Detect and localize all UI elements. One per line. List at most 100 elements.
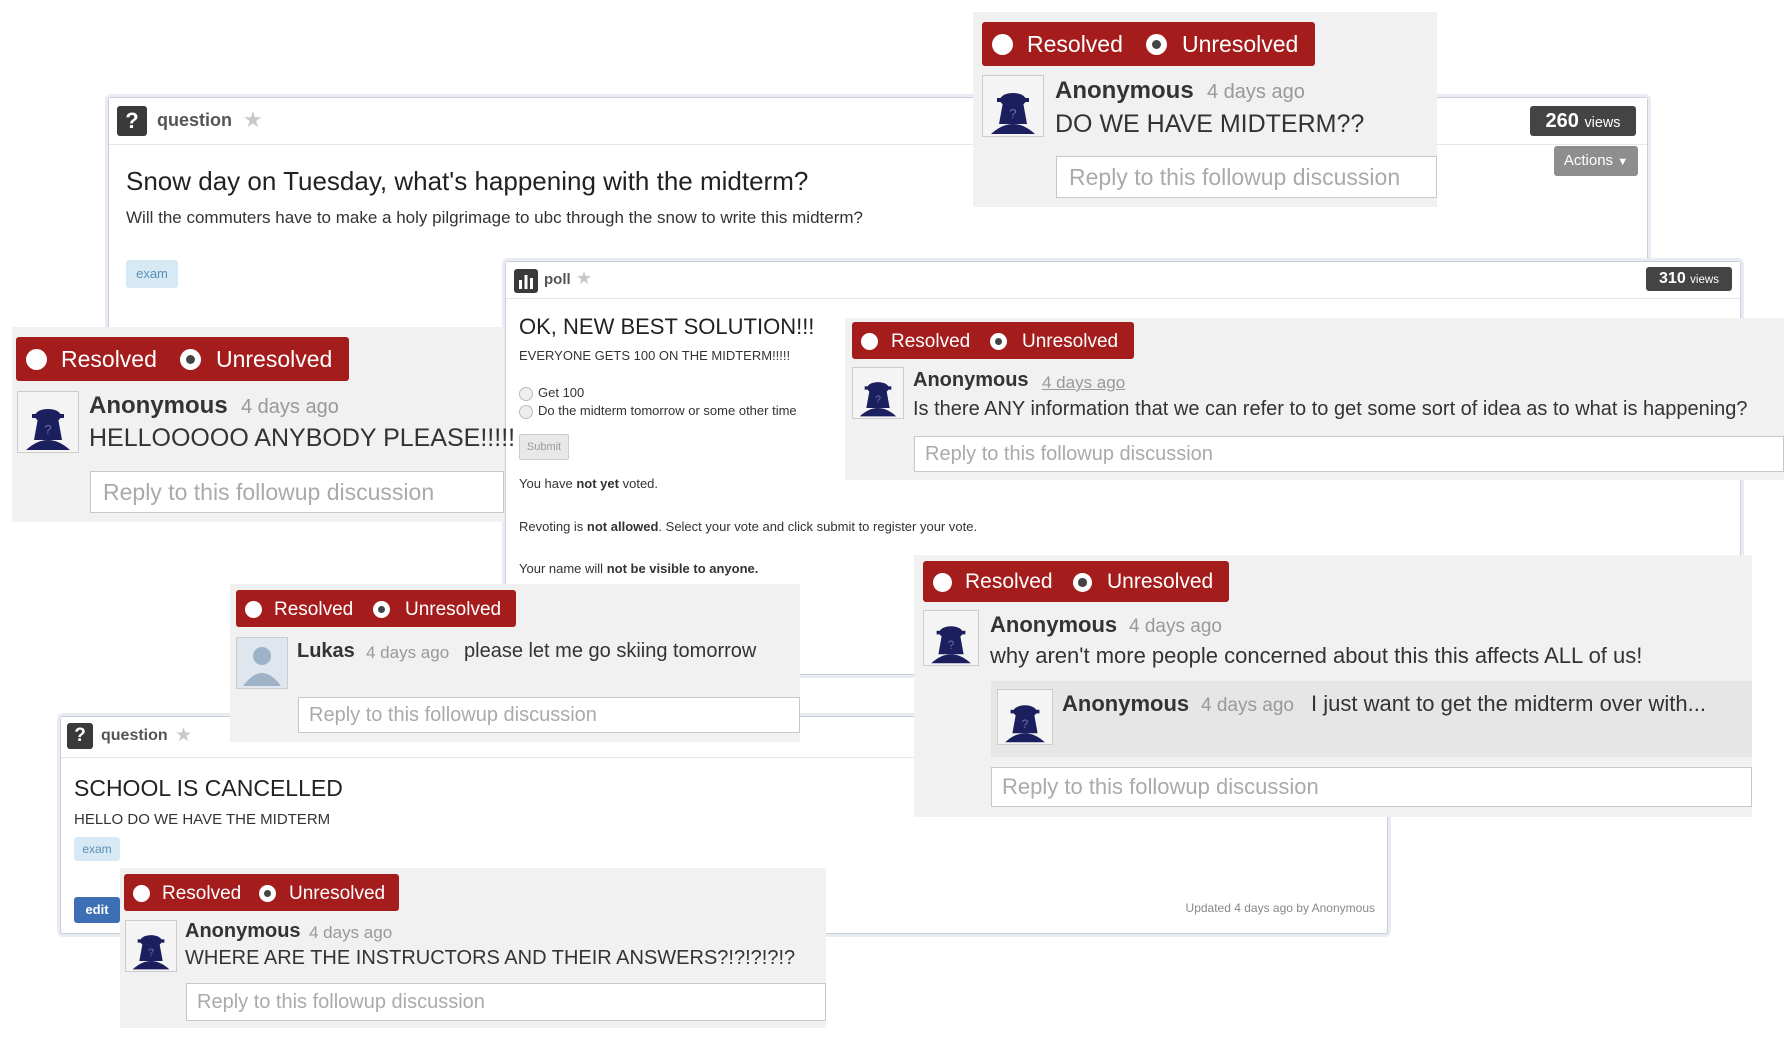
resolved-radio[interactable] bbox=[933, 573, 952, 592]
poll-option-label: Get 100 bbox=[538, 385, 585, 400]
user-avatar-icon bbox=[236, 637, 288, 689]
resolved-radio[interactable] bbox=[861, 333, 878, 350]
reply-input[interactable]: Reply to this followup discussion bbox=[90, 471, 504, 513]
star-icon[interactable]: ★ bbox=[175, 724, 192, 747]
resolve-toggle: Resolved Unresolved bbox=[923, 561, 1229, 602]
followup-message: HELLOOOOO ANYBODY PLEASE!!!!! bbox=[89, 424, 516, 452]
svg-text:?: ? bbox=[875, 394, 881, 406]
unresolved-label: Unresolved bbox=[1022, 331, 1119, 352]
svg-text:?: ? bbox=[148, 947, 154, 959]
poll-submit-button[interactable]: Submit bbox=[519, 434, 569, 460]
post-body: Will the commuters have to make a holy p… bbox=[126, 208, 863, 227]
followup-author: Anonymous bbox=[185, 920, 301, 942]
question-icon: ? bbox=[117, 106, 147, 136]
resolved-label: Resolved bbox=[274, 599, 354, 620]
reply-input[interactable]: Reply to this followup discussion bbox=[186, 983, 826, 1021]
followup-author: Anonymous bbox=[990, 612, 1118, 637]
unresolved-radio[interactable] bbox=[990, 333, 1007, 350]
unresolved-radio[interactable] bbox=[1073, 573, 1092, 592]
reply-input[interactable]: Reply to this followup discussion bbox=[298, 697, 800, 733]
reply-input[interactable]: Reply to this followup discussion bbox=[1056, 156, 1437, 198]
anonymous-avatar-icon: ? bbox=[982, 75, 1044, 137]
resolve-toggle: Resolved Unresolved bbox=[124, 874, 399, 911]
unresolved-radio[interactable] bbox=[373, 601, 390, 618]
resolved-radio[interactable] bbox=[992, 34, 1013, 55]
svg-text:?: ? bbox=[44, 422, 51, 437]
followup-message: Is there ANY information that we can ref… bbox=[913, 398, 1748, 420]
poll-card-header: poll ★ bbox=[506, 262, 1740, 299]
resolve-toggle: Resolved Unresolved bbox=[16, 337, 349, 381]
views-badge: 310 views bbox=[1646, 267, 1732, 291]
poll-option-radio[interactable] bbox=[519, 387, 533, 401]
followup-author: Anonymous bbox=[913, 369, 1029, 391]
tag-exam[interactable]: exam bbox=[74, 837, 120, 861]
unresolved-label: Unresolved bbox=[1107, 570, 1214, 593]
resolved-radio[interactable] bbox=[26, 349, 47, 370]
views-count: 310 bbox=[1659, 270, 1686, 287]
reply-time: 4 days ago bbox=[1201, 695, 1294, 716]
reply-message: I just want to get the midterm over with… bbox=[1311, 691, 1706, 716]
vote-status: You have not yet voted. bbox=[519, 476, 658, 491]
followup-author: Anonymous bbox=[1055, 77, 1194, 104]
caret-down-icon: ▼ bbox=[1617, 156, 1629, 168]
reply-input[interactable]: Reply to this followup discussion bbox=[991, 767, 1752, 807]
star-icon[interactable]: ★ bbox=[576, 268, 592, 289]
resolved-radio[interactable] bbox=[133, 885, 150, 902]
followup-left: Resolved Unresolved ? Anonymous 4 days a… bbox=[12, 327, 515, 522]
followup-lukas: Resolved Unresolved Lukas 4 days ago ple… bbox=[230, 584, 800, 742]
star-icon[interactable]: ★ bbox=[243, 107, 263, 133]
name-visibility: Your name will not be visible to anyone. bbox=[519, 561, 758, 576]
followup-time: 4 days ago bbox=[366, 643, 450, 662]
unresolved-label: Unresolved bbox=[289, 883, 386, 904]
revote-info: Revoting is not allowed. Select your vot… bbox=[519, 519, 977, 534]
views-label: views bbox=[1584, 115, 1621, 131]
anonymous-avatar-icon: ? bbox=[923, 610, 979, 666]
followup-top: Resolved Unresolved ? Anonymous 4 days a… bbox=[973, 12, 1437, 207]
post-title: Snow day on Tuesday, what's happening wi… bbox=[126, 166, 809, 196]
unresolved-label: Unresolved bbox=[1182, 31, 1299, 57]
resolved-radio[interactable] bbox=[245, 601, 262, 618]
actions-button[interactable]: Actions ▼ bbox=[1554, 146, 1638, 176]
resolve-toggle: Resolved Unresolved bbox=[852, 322, 1134, 359]
views-label: views bbox=[1690, 274, 1719, 286]
revote-bold: not allowed bbox=[586, 519, 659, 534]
unresolved-radio[interactable] bbox=[1146, 34, 1167, 55]
reply-author: Anonymous bbox=[1062, 691, 1190, 716]
poll-title: OK, NEW BEST SOLUTION!!! bbox=[519, 314, 815, 339]
reply-input[interactable]: Reply to this followup discussion bbox=[914, 436, 1784, 472]
svg-text:?: ? bbox=[1009, 106, 1016, 121]
revote-pre: Revoting is bbox=[519, 519, 587, 534]
poll-subtitle: EVERYONE GETS 100 ON THE MIDTERM!!!!! bbox=[519, 348, 791, 363]
followup-info: Resolved Unresolved ? Anonymous 4 days a… bbox=[845, 318, 1784, 480]
followup-message: DO WE HAVE MIDTERM?? bbox=[1055, 110, 1365, 138]
unresolved-radio[interactable] bbox=[259, 885, 276, 902]
nested-reply: ? Anonymous 4 days ago I just want to ge… bbox=[991, 681, 1752, 757]
vote-status-post: voted. bbox=[618, 476, 659, 491]
resolve-toggle: Resolved Unresolved bbox=[982, 22, 1315, 66]
followup-time: 4 days ago bbox=[241, 396, 339, 418]
vote-status-pre: You have bbox=[519, 476, 577, 491]
anonymous-avatar-icon: ? bbox=[17, 391, 79, 453]
views-count: 260 bbox=[1545, 110, 1579, 132]
revote-post: . Select your vote and click submit to r… bbox=[658, 519, 978, 534]
resolved-label: Resolved bbox=[891, 331, 971, 352]
post-type-label: poll bbox=[544, 271, 571, 288]
edit-button[interactable]: edit bbox=[74, 897, 120, 923]
actions-label: Actions bbox=[1563, 152, 1614, 169]
poll-option-radio[interactable] bbox=[519, 405, 533, 419]
followup-instructors: Resolved Unresolved ? Anonymous 4 days a… bbox=[120, 868, 826, 1028]
followup-concerned: Resolved Unresolved ? Anonymous 4 days a… bbox=[914, 555, 1752, 817]
resolved-label: Resolved bbox=[1027, 31, 1123, 57]
followup-time: 4 days ago bbox=[1129, 616, 1222, 637]
resolve-toggle: Resolved Unresolved bbox=[236, 590, 516, 627]
post-type-label: question bbox=[101, 727, 168, 744]
followup-time: 4 days ago bbox=[309, 923, 393, 942]
anonymous-avatar-icon: ? bbox=[852, 367, 904, 419]
poll-icon bbox=[514, 269, 538, 293]
unresolved-radio[interactable] bbox=[180, 349, 201, 370]
name-visibility-pre: Your name will bbox=[519, 561, 607, 576]
followup-author: Lukas bbox=[297, 640, 355, 662]
post-title: SCHOOL IS CANCELLED bbox=[74, 775, 343, 801]
followup-message: please let me go skiing tomorrow bbox=[464, 640, 757, 662]
tag-exam[interactable]: exam bbox=[126, 260, 178, 288]
